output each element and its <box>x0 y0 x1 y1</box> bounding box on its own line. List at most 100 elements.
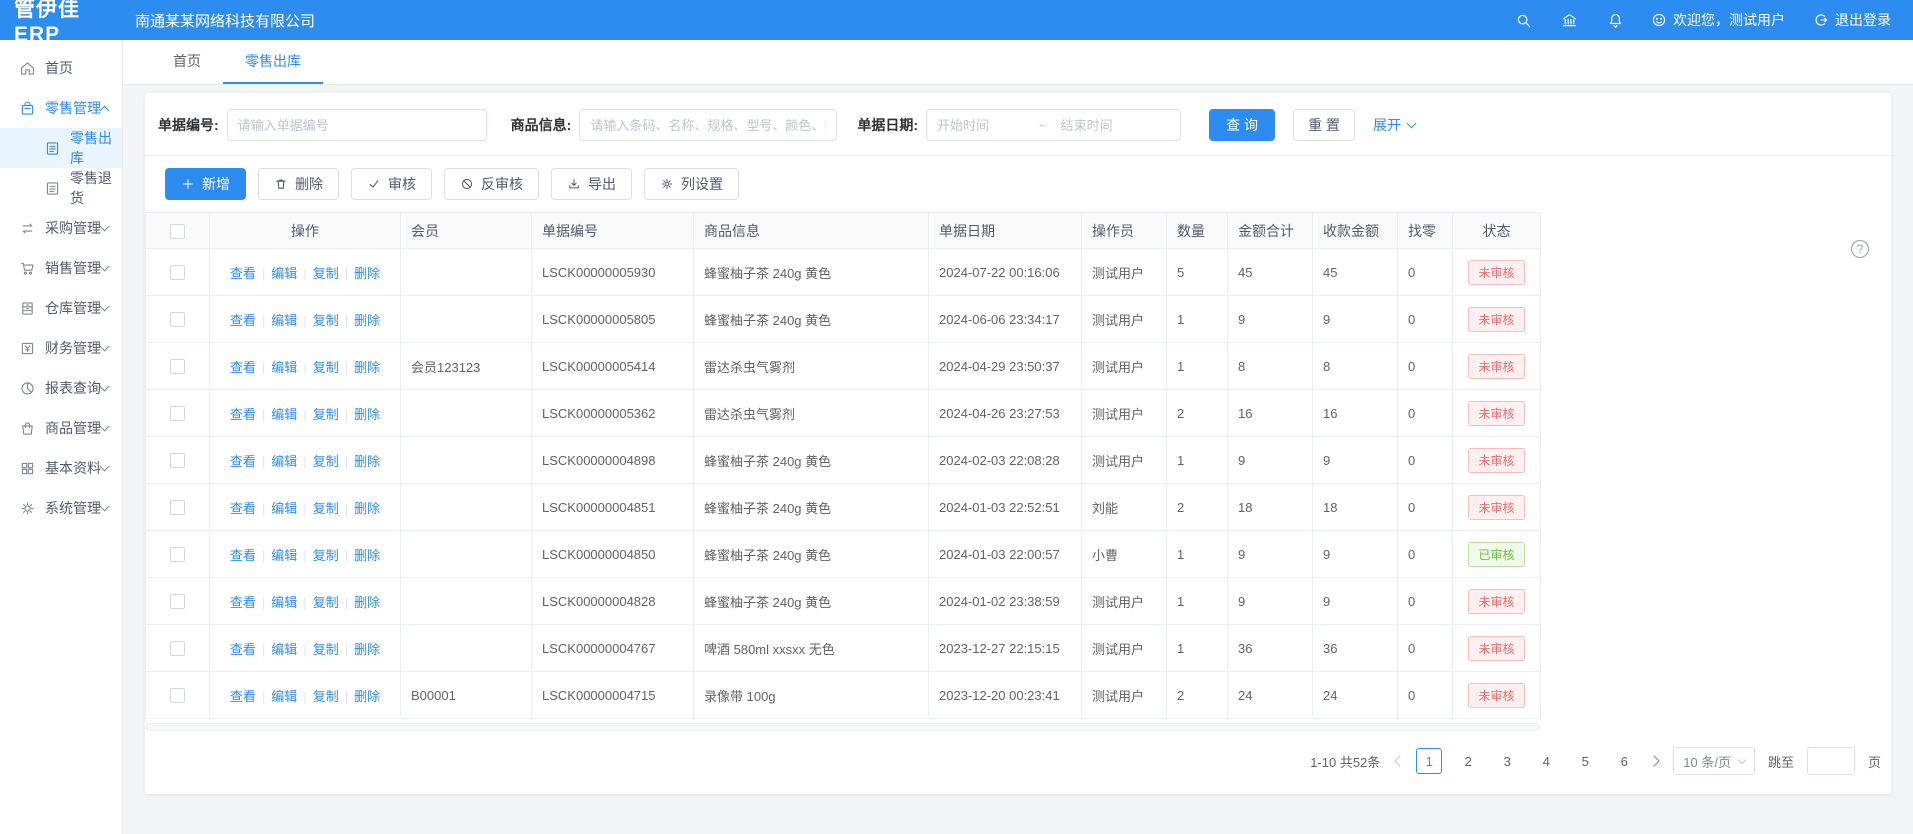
row-checkbox[interactable] <box>170 453 185 468</box>
audit-button[interactable]: 审核 <box>351 168 432 200</box>
delete-button[interactable]: 删除 <box>258 168 339 200</box>
view-link[interactable]: 查看 <box>230 360 256 375</box>
copy-link[interactable]: 复制 <box>313 595 339 610</box>
start-date-input[interactable] <box>937 118 1025 133</box>
copy-link[interactable]: 复制 <box>313 360 339 375</box>
copy-link[interactable]: 复制 <box>313 454 339 469</box>
end-date-input[interactable] <box>1061 118 1149 133</box>
sidebar-item-warehouse-mgmt[interactable]: 仓库管理 <box>0 288 122 328</box>
row-checkbox[interactable] <box>170 312 185 327</box>
row-checkbox[interactable] <box>170 688 185 703</box>
delete-link[interactable]: 删除 <box>354 454 380 469</box>
edit-link[interactable]: 编辑 <box>271 501 297 516</box>
page-size-select[interactable]: 10 条/页 <box>1673 747 1755 775</box>
view-link[interactable]: 查看 <box>230 689 256 704</box>
delete-link[interactable]: 删除 <box>354 689 380 704</box>
delete-link[interactable]: 删除 <box>354 642 380 657</box>
bank-icon[interactable] <box>1559 10 1579 30</box>
copy-link[interactable]: 复制 <box>313 689 339 704</box>
unaudit-button[interactable]: 反审核 <box>444 168 539 200</box>
tab-retail-outbound[interactable]: 零售出库 <box>223 40 323 84</box>
copy-link[interactable]: 复制 <box>313 642 339 657</box>
row-checkbox[interactable] <box>170 265 185 280</box>
column-settings-button[interactable]: 列设置 <box>644 168 739 200</box>
ban-icon <box>460 177 474 191</box>
delete-link[interactable]: 删除 <box>354 548 380 563</box>
row-checkbox[interactable] <box>170 641 185 656</box>
logout-button[interactable]: 退出登录 <box>1813 10 1891 30</box>
sidebar-item-system-mgmt[interactable]: 系统管理 <box>0 488 122 528</box>
delete-link[interactable]: 删除 <box>354 595 380 610</box>
edit-link[interactable]: 编辑 <box>271 313 297 328</box>
edit-link[interactable]: 编辑 <box>271 689 297 704</box>
jump-page-input[interactable] <box>1807 747 1855 775</box>
table-row: 查看|编辑|复制|删除 LSCK00000004850 蜂蜜柚子茶 240g 黄… <box>146 531 1541 578</box>
search-icon[interactable] <box>1513 10 1533 30</box>
page-button-3[interactable]: 3 <box>1494 748 1520 774</box>
edit-link[interactable]: 编辑 <box>271 642 297 657</box>
view-link[interactable]: 查看 <box>230 548 256 563</box>
sidebar-item-finance-mgmt[interactable]: 财务管理 <box>0 328 122 368</box>
delete-link[interactable]: 删除 <box>354 266 380 281</box>
view-link[interactable]: 查看 <box>230 407 256 422</box>
product-info-input[interactable] <box>579 109 837 141</box>
reset-button[interactable]: 重 置 <box>1293 109 1355 141</box>
sidebar-item-retail-mgmt[interactable]: 零售管理 <box>0 88 122 128</box>
sidebar-item-purchase-mgmt[interactable]: 采购管理 <box>0 208 122 248</box>
edit-link[interactable]: 编辑 <box>271 266 297 281</box>
edit-link[interactable]: 编辑 <box>271 454 297 469</box>
edit-link[interactable]: 编辑 <box>271 595 297 610</box>
export-button[interactable]: 导出 <box>551 168 632 200</box>
row-checkbox[interactable] <box>170 406 185 421</box>
date-range-picker[interactable]: ~ <box>926 109 1181 141</box>
bill-no-input[interactable] <box>227 109 487 141</box>
copy-link[interactable]: 复制 <box>313 266 339 281</box>
row-checkbox[interactable] <box>170 547 185 562</box>
sidebar-item-retail-return[interactable]: 零售退货 <box>0 168 122 208</box>
view-link[interactable]: 查看 <box>230 266 256 281</box>
table-row: 查看|编辑|复制|删除 LSCK00000005805 蜂蜜柚子茶 240g 黄… <box>146 296 1541 343</box>
page-button-5[interactable]: 5 <box>1572 748 1598 774</box>
delete-link[interactable]: 删除 <box>354 313 380 328</box>
view-link[interactable]: 查看 <box>230 501 256 516</box>
row-checkbox[interactable] <box>170 594 185 609</box>
sidebar-item-basic-data[interactable]: 基本资料 <box>0 448 122 488</box>
row-checkbox[interactable] <box>170 500 185 515</box>
copy-link[interactable]: 复制 <box>313 407 339 422</box>
delete-link[interactable]: 删除 <box>354 501 380 516</box>
page-button-2[interactable]: 2 <box>1455 748 1481 774</box>
sidebar-item-report-query[interactable]: 报表查询 <box>0 368 122 408</box>
view-link[interactable]: 查看 <box>230 642 256 657</box>
sidebar-item-retail-outbound[interactable]: 零售出库 <box>0 128 122 168</box>
bell-icon[interactable] <box>1605 10 1625 30</box>
tab-home[interactable]: 首页 <box>151 40 223 84</box>
horizontal-scrollbar[interactable] <box>145 723 1540 731</box>
page-button-4[interactable]: 4 <box>1533 748 1559 774</box>
page-button-1[interactable]: 1 <box>1416 748 1442 774</box>
prev-page-button[interactable] <box>1393 756 1403 766</box>
sidebar-item-home[interactable]: 首页 <box>0 48 122 88</box>
row-checkbox[interactable] <box>170 359 185 374</box>
add-button[interactable]: 新增 <box>165 168 246 200</box>
sidebar-item-label: 零售退货 <box>70 168 122 208</box>
search-button[interactable]: 查 询 <box>1209 109 1275 141</box>
view-link[interactable]: 查看 <box>230 454 256 469</box>
copy-link[interactable]: 复制 <box>313 501 339 516</box>
next-page-button[interactable] <box>1650 756 1660 766</box>
edit-link[interactable]: 编辑 <box>271 360 297 375</box>
page-button-6[interactable]: 6 <box>1611 748 1637 774</box>
action-divider: | <box>262 501 265 516</box>
edit-link[interactable]: 编辑 <box>271 548 297 563</box>
view-link[interactable]: 查看 <box>230 313 256 328</box>
help-icon[interactable]: ? <box>1851 240 1869 258</box>
edit-link[interactable]: 编辑 <box>271 407 297 422</box>
select-all-checkbox[interactable] <box>170 224 185 239</box>
expand-toggle[interactable]: 展开 <box>1373 115 1415 135</box>
sidebar-item-goods-mgmt[interactable]: 商品管理 <box>0 408 122 448</box>
copy-link[interactable]: 复制 <box>313 548 339 563</box>
view-link[interactable]: 查看 <box>230 595 256 610</box>
copy-link[interactable]: 复制 <box>313 313 339 328</box>
delete-link[interactable]: 删除 <box>354 360 380 375</box>
delete-link[interactable]: 删除 <box>354 407 380 422</box>
sidebar-item-sales-mgmt[interactable]: 销售管理 <box>0 248 122 288</box>
